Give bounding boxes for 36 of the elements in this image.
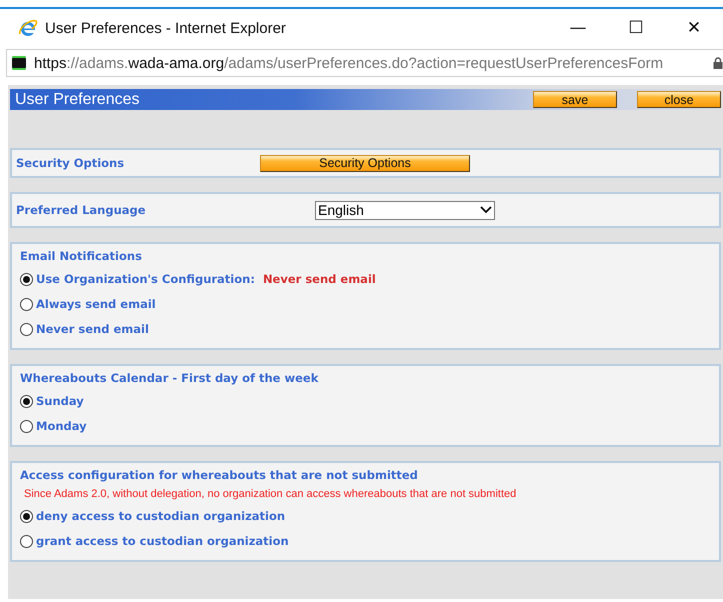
caret-icon [480, 206, 492, 214]
radio-button[interactable] [20, 298, 33, 310]
section-label: Preferred Language [16, 203, 147, 217]
option-note: Never send email [262, 272, 376, 286]
option-label[interactable]: Always send email [36, 297, 156, 311]
section-title: Email Notifications [20, 249, 143, 263]
language-dropdown[interactable]: English [315, 200, 495, 220]
lock-icon [713, 57, 723, 69]
warning-text: Since Adams 2.0, without delegation, no organization can access whereabouts that are not submitted [24, 488, 518, 500]
option-label[interactable]: Sunday [36, 394, 84, 408]
close-button[interactable]: ✕ [665, 11, 723, 45]
action-button[interactable]: close [637, 91, 721, 108]
option-label[interactable]: Never send email [36, 322, 149, 336]
option-label[interactable]: grant access to custodian organization [36, 534, 289, 548]
browser-logo-icon [18, 18, 38, 38]
url-text: https://adams.wada-ama.org/adams/userPreferences.do?action=requestUserPreferencesForm [34, 54, 664, 72]
radio-button[interactable] [20, 394, 33, 408]
window-title: User Preferences - Internet Explorer [45, 20, 287, 36]
section-title: Access configuration for whereabouts that are not submitted [20, 468, 419, 482]
site-icon [12, 56, 26, 70]
radio-button[interactable] [20, 272, 33, 286]
radio-button[interactable] [20, 322, 33, 336]
security-options-button[interactable]: Security Options [260, 154, 470, 172]
action-button[interactable]: save [533, 91, 617, 108]
radio-button[interactable] [20, 534, 33, 548]
address-bar[interactable]: https://adams.wada-ama.org/adams/userPreferences.do?action=requestUserPreferencesForm [6, 49, 723, 77]
maximize-button[interactable]: ☐ [607, 11, 665, 45]
page-title: User Preferences [14, 90, 140, 108]
option-label[interactable]: Monday [36, 419, 87, 433]
section-title: Whereabouts Calendar - First day of the week [20, 371, 320, 385]
radio-button[interactable] [20, 510, 33, 522]
minimize-button[interactable]: — [549, 11, 607, 45]
radio-button[interactable] [20, 420, 33, 432]
section-label: Security Options [16, 156, 126, 170]
option-label[interactable]: Use Organization's Configuration: [36, 272, 255, 286]
option-label[interactable]: deny access to custodian organization [36, 509, 286, 523]
